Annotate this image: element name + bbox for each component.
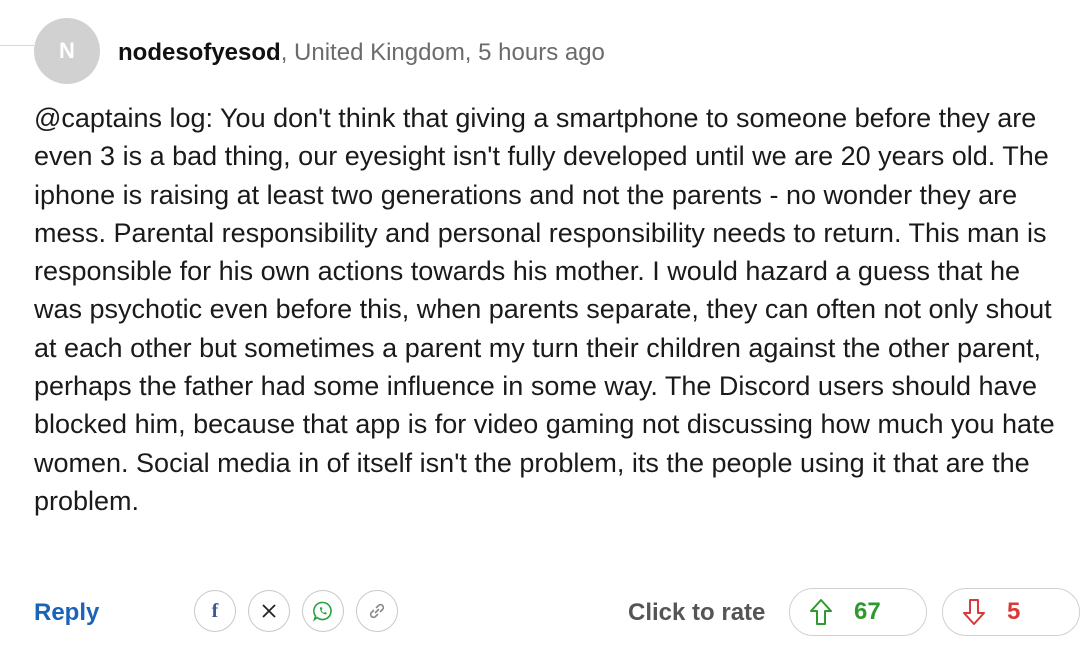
timestamp: 5 hours ago (478, 39, 605, 66)
rate-label: Click to rate (628, 599, 766, 626)
x-icon (262, 604, 276, 618)
username[interactable]: nodesofyesod (118, 39, 281, 66)
facebook-icon: f (211, 599, 219, 622)
copy-link-button[interactable] (356, 590, 398, 632)
downvote-count: 5 (1007, 598, 1021, 625)
x-share-button[interactable] (248, 590, 290, 632)
arrow-down-icon (963, 599, 985, 625)
comment-body: @captains log: You don't think that givi… (34, 103, 1055, 516)
link-icon (369, 603, 385, 619)
comment-meta: nodesofyesod, United Kingdom, 5 hours ag… (118, 38, 605, 68)
upvote-count: 67 (854, 598, 881, 625)
whatsapp-share-button[interactable] (302, 590, 344, 632)
arrow-up-icon (810, 599, 832, 625)
avatar: N (34, 18, 100, 84)
whatsapp-icon (312, 601, 332, 622)
downvote-button[interactable]: 5 (942, 588, 1080, 636)
location: , United Kingdom, (280, 39, 479, 66)
reply-button[interactable]: Reply (34, 599, 99, 627)
comment-footer: Reply f Click to rate 67 5 (0, 585, 1080, 641)
thread-connector-line (0, 45, 34, 46)
facebook-share-button[interactable]: f (194, 590, 236, 632)
upvote-button[interactable]: 67 (789, 588, 927, 636)
